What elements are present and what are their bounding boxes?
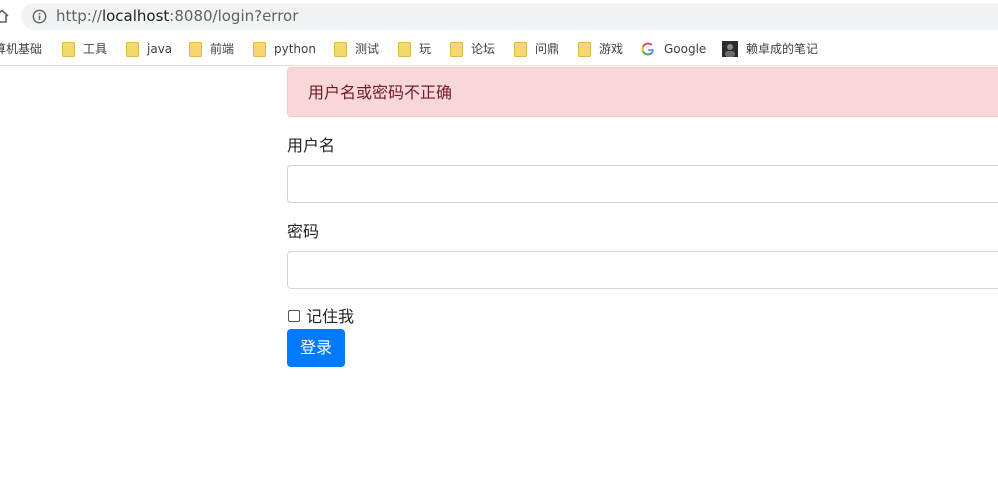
home-icon[interactable] <box>0 8 10 24</box>
url-rest: :8080/login?error <box>169 7 299 25</box>
login-button[interactable]: 登录 <box>287 329 345 367</box>
google-icon <box>641 42 654 56</box>
folder-icon <box>253 42 266 57</box>
folder-icon <box>398 42 411 57</box>
bookmark-label: 测试 <box>355 42 380 56</box>
username-label: 用户名 <box>287 136 336 155</box>
bookmark-label: 玩 <box>419 42 432 56</box>
bookmark-label: 赖卓成的笔记 <box>746 42 819 56</box>
bookmark-label: java <box>147 42 173 56</box>
bookmark-label: Google <box>664 42 707 56</box>
info-icon[interactable] <box>32 9 47 24</box>
url-prefix: http:// <box>56 7 102 25</box>
bookmark-label: 工具 <box>83 42 108 56</box>
folder-icon <box>514 42 527 57</box>
bookmark-label: python <box>274 42 316 56</box>
bookmark-label: 问鼎 <box>535 42 560 56</box>
folder-icon <box>62 42 75 57</box>
error-alert: 用户名或密码不正确 <box>287 67 998 117</box>
url-host: localhost <box>101 7 170 25</box>
folder-icon <box>189 42 202 57</box>
folder-icon <box>126 42 139 57</box>
folder-icon <box>578 42 591 57</box>
password-input[interactable] <box>287 251 998 289</box>
bookmark-truncated[interactable]: 算机基础 <box>0 40 42 58</box>
bookmark-label: 游戏 <box>599 42 624 56</box>
url-text[interactable]: http://localhost:8080/login?error <box>56 6 298 26</box>
folder-icon <box>450 42 463 57</box>
avatar-icon <box>722 41 738 57</box>
remember-me-checkbox[interactable] <box>288 310 300 322</box>
bookmarks-bar: 算机基础 工具 java 前端 python 测试 玩 论坛 问鼎 游戏 Goo… <box>0 33 998 66</box>
error-message: 用户名或密码不正确 <box>308 83 453 102</box>
remember-me-label[interactable]: 记住我 <box>306 306 354 328</box>
folder-icon <box>334 42 347 57</box>
bookmark-label: 论坛 <box>471 42 496 56</box>
password-label: 密码 <box>287 222 320 241</box>
bookmark-label: 前端 <box>210 42 235 56</box>
username-input[interactable] <box>287 165 998 203</box>
browser-address-row: http://localhost:8080/login?error <box>0 0 998 33</box>
